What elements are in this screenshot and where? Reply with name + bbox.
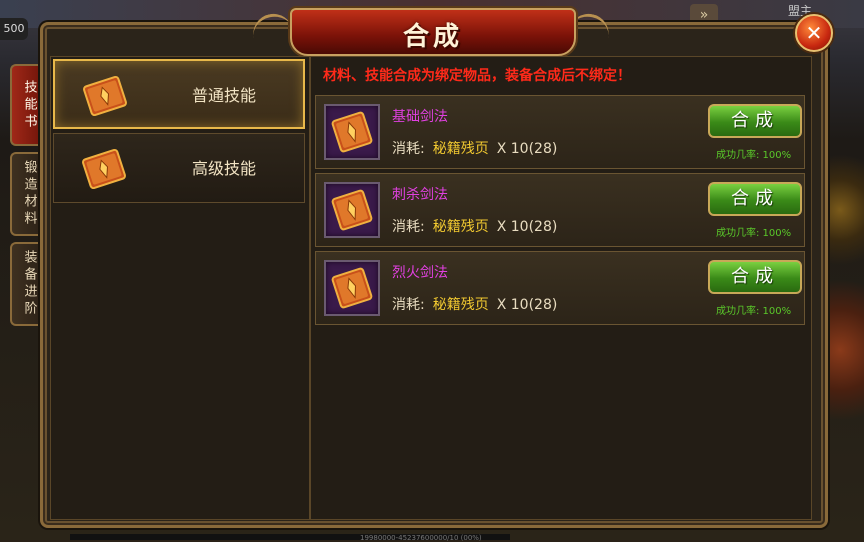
title-plate: 合成 xyxy=(290,8,576,56)
recipe-row: 刺杀剑法 消耗: 秘籍残页 X 10(28) 合成 成功几率: 100% xyxy=(315,173,805,247)
success-rate: 成功几率: 100% xyxy=(716,228,792,239)
skill-book-icon xyxy=(80,148,128,194)
cost-line: 消耗: 秘籍残页 X 10(28) xyxy=(392,294,557,314)
cost-line: 消耗: 秘籍残页 X 10(28) xyxy=(392,138,557,158)
cost-label: 消耗: xyxy=(392,219,425,235)
close-button[interactable]: ✕ xyxy=(795,14,833,52)
material-name: 秘籍残页 xyxy=(432,141,489,157)
cost-label: 消耗: xyxy=(392,141,425,157)
category-list: 普通技能 高级技能 xyxy=(50,56,310,520)
material-quantity: X 10(28) xyxy=(496,141,558,157)
skill-book-icon xyxy=(331,111,373,153)
skill-book-icon xyxy=(331,189,373,231)
item-slot[interactable] xyxy=(324,260,380,316)
item-slot[interactable] xyxy=(324,104,380,160)
category-label: 高级技能 xyxy=(191,159,256,178)
skill-name: 刺杀剑法 xyxy=(392,187,448,203)
category-label: 普通技能 xyxy=(191,86,256,105)
level-badge: 500 xyxy=(0,18,28,40)
item-slot[interactable] xyxy=(324,182,380,238)
material-quantity: X 10(28) xyxy=(496,219,558,235)
success-rate: 成功几率: 100% xyxy=(716,150,792,161)
category-advanced-skills[interactable]: 高级技能 xyxy=(53,133,305,203)
cost-line: 消耗: 秘籍残页 X 10(28) xyxy=(392,216,557,236)
material-name: 秘籍残页 xyxy=(432,219,489,235)
category-normal-skills[interactable]: 普通技能 xyxy=(53,59,305,129)
material-quantity: X 10(28) xyxy=(496,297,558,313)
cost-label: 消耗: xyxy=(392,297,425,313)
synthesize-button[interactable]: 合成 xyxy=(708,104,802,138)
skill-book-icon xyxy=(81,75,129,121)
window-title: 合成 xyxy=(402,22,463,52)
synthesize-button[interactable]: 合成 xyxy=(708,182,802,216)
skill-name: 基础剑法 xyxy=(392,109,448,125)
recipe-row: 烈火剑法 消耗: 秘籍残页 X 10(28) 合成 成功几率: 100% xyxy=(315,251,805,325)
recipe-row: 基础剑法 消耗: 秘籍残页 X 10(28) 合成 成功几率: 100% xyxy=(315,95,805,169)
skill-name: 烈火剑法 xyxy=(392,265,448,281)
bind-notice: 材料、技能合成为绑定物品，装备合成后不绑定！ xyxy=(323,68,631,84)
synthesize-button[interactable]: 合成 xyxy=(708,260,802,294)
exp-text: 19980000-45237600000/10 (00%) xyxy=(360,534,482,542)
success-rate: 成功几率: 100% xyxy=(716,306,792,317)
recipe-panel: 材料、技能合成为绑定物品，装备合成后不绑定！ 基础剑法 消耗: 秘籍残页 X 10(… xyxy=(310,56,812,520)
material-name: 秘籍残页 xyxy=(432,297,489,313)
skill-book-icon xyxy=(331,267,373,309)
